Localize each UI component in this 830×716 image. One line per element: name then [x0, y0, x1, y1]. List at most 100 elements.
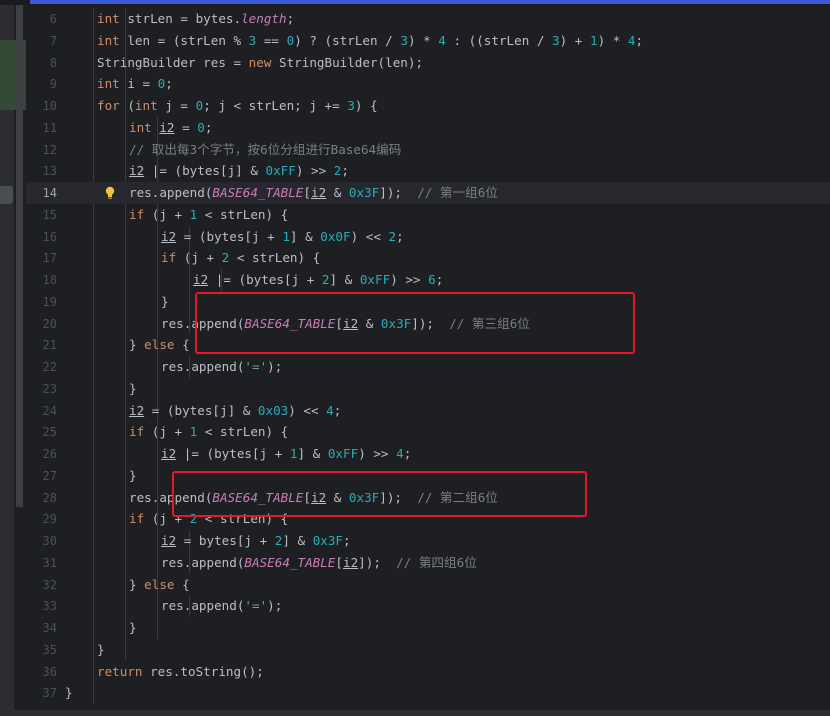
code-line[interactable]: 11 int i2 = 0; — [26, 117, 830, 139]
code-token: i2 — [129, 163, 145, 179]
line-number: 18 — [42, 273, 57, 287]
line-number: 15 — [42, 207, 57, 222]
code-token: 0x03 — [257, 402, 289, 418]
code-token: ) ? (strLen / — [294, 32, 401, 48]
code-line[interactable]: 10 for (int j = 0; j < strLen; j += 3) { — [26, 95, 830, 117]
line-number: 26 — [42, 447, 57, 461]
code-token: int — [97, 76, 120, 92]
code-token: } — [129, 576, 145, 592]
left-panel-scrollbar[interactable] — [16, 5, 23, 507]
line-number: 19 — [42, 294, 57, 309]
code-token: len = (strLen % — [119, 32, 249, 48]
code-token: new — [248, 54, 272, 70]
code-token: 0x0F — [320, 228, 351, 244]
code-line[interactable]: 14 res.append(BASE64_TABLE[i2 & 0x3F]); /… — [26, 182, 830, 204]
code-token: ; — [435, 272, 444, 287]
code-line[interactable]: 15 if (j + 1 < strLen) { — [26, 204, 830, 226]
code-text: res.append('='); — [161, 595, 282, 617]
left-panel-handle[interactable] — [0, 186, 13, 204]
code-token: ) * — [597, 32, 628, 48]
code-line[interactable]: 9 int i = 0; — [26, 73, 830, 95]
line-number: 9 — [49, 77, 57, 92]
line-number: 11 — [42, 120, 57, 135]
annotation-highlight-box — [172, 471, 587, 517]
code-token: & — [326, 185, 349, 200]
line-number: 13 — [42, 164, 57, 179]
code-token: } — [129, 337, 145, 353]
code-text: int len = (strLen % 3 == 0) ? (strLen / … — [97, 30, 643, 52]
code-line[interactable]: 35} — [26, 639, 830, 661]
code-line[interactable]: 12 // 取出每3个字节，按6位分组进行Base64编码 — [26, 139, 830, 161]
line-number: 6 — [49, 12, 57, 26]
code-line[interactable]: 31 res.append(BASE64_TABLE[i2]); // 第四组6位 — [26, 552, 830, 574]
line-number: 32 — [42, 577, 57, 592]
editor-bottom-bar — [0, 710, 830, 716]
code-token: if — [129, 424, 145, 440]
code-token: i2 — [161, 228, 177, 244]
code-token: res.append( — [129, 185, 213, 200]
code-text: } else { — [129, 334, 190, 356]
code-line[interactable]: 25 if (j + 1 < strLen) { — [26, 421, 830, 443]
code-text: int i = 0; — [97, 73, 173, 95]
code-token: < strLen) { — [197, 206, 289, 222]
code-token: } — [129, 380, 137, 396]
code-token: i2 — [159, 119, 175, 135]
code-text: i2 = bytes[j + 2] & 0x3F; — [161, 530, 351, 552]
code-line[interactable]: 30 i2 = bytes[j + 2] & 0x3F; — [26, 530, 830, 552]
code-line[interactable]: 16 i2 = (bytes[j + 1] & 0x0F) << 2; — [26, 226, 830, 248]
code-token: ( — [119, 98, 135, 113]
code-line[interactable]: 18 i2 |= (bytes[j + 2] & 0xFF) >> 6; — [26, 269, 830, 291]
code-token: res.append( — [161, 359, 245, 374]
code-token: } — [97, 641, 105, 657]
code-token: |= (bytes[j + — [176, 446, 290, 461]
code-token: ; j < strLen; j += — [203, 98, 348, 113]
code-token: i2 — [161, 446, 177, 461]
code-line[interactable]: 17 if (j + 2 < strLen) { — [26, 247, 830, 269]
code-token: // 第四组6位 — [396, 554, 477, 570]
code-text: i2 |= (bytes[j + 2] & 0xFF) >> 6; — [193, 269, 443, 291]
code-line[interactable]: 13 i2 |= (bytes[j] & 0xFF) >> 2; — [26, 160, 830, 182]
line-number: 17 — [42, 251, 57, 266]
code-token: ) >> — [390, 272, 429, 287]
code-token: } — [161, 293, 169, 309]
code-token: 0 — [197, 119, 205, 135]
code-token: (j + — [144, 424, 190, 440]
code-token: 0xFF — [327, 446, 359, 461]
code-line[interactable]: 26 i2 |= (bytes[j + 1] & 0xFF) >> 4; — [26, 443, 830, 465]
code-token: ; — [165, 76, 173, 92]
code-text: if (j + 2 < strLen) { — [161, 247, 320, 269]
code-token: (j + — [176, 250, 222, 266]
code-line[interactable]: 32} else { — [26, 574, 830, 596]
code-token: int — [134, 98, 158, 113]
code-line[interactable]: 23} — [26, 378, 830, 400]
code-token: 0x3F — [348, 185, 380, 200]
code-token: : ((strLen / — [445, 32, 553, 48]
code-line[interactable]: 8 StringBuilder res = new StringBuilder(l… — [26, 52, 830, 74]
line-number: 34 — [42, 621, 57, 635]
code-line[interactable]: 37} — [26, 682, 830, 704]
editor-tab-accent — [30, 0, 830, 4]
code-token: ); — [267, 359, 283, 374]
code-editor[interactable]: 6 int strLen = bytes.length; 7 int len = (s… — [26, 5, 830, 710]
code-token: int — [97, 11, 120, 26]
code-token: |= (bytes[j + — [208, 272, 322, 287]
code-token: ) << — [350, 228, 389, 244]
lightbulb-icon[interactable] — [105, 186, 115, 200]
code-text: StringBuilder res = new StringBuilder(le… — [97, 52, 423, 74]
code-line[interactable]: 24 i2 = (bytes[j] & 0x03) << 4; — [26, 400, 830, 422]
line-number: 8 — [49, 55, 57, 70]
code-line[interactable]: 22 res.append('='); — [26, 356, 830, 378]
line-number: 14 — [42, 186, 57, 200]
code-line[interactable]: 6 int strLen = bytes.length; — [26, 8, 830, 30]
line-number: 31 — [42, 555, 57, 570]
line-number: 35 — [42, 642, 57, 657]
code-line[interactable]: 36 return res.toString(); — [26, 661, 830, 683]
code-token: res.append( — [161, 598, 245, 614]
code-token: 4 — [396, 446, 404, 461]
code-line[interactable]: 7 int len = (strLen % 3 == 0) ? (strLen /… — [26, 30, 830, 52]
code-token: ; — [343, 533, 351, 548]
code-token: ) << — [288, 402, 327, 418]
code-line[interactable]: 34} — [26, 617, 830, 639]
code-token: ] & — [282, 533, 313, 548]
code-line[interactable]: 33 res.append('='); — [26, 595, 830, 617]
